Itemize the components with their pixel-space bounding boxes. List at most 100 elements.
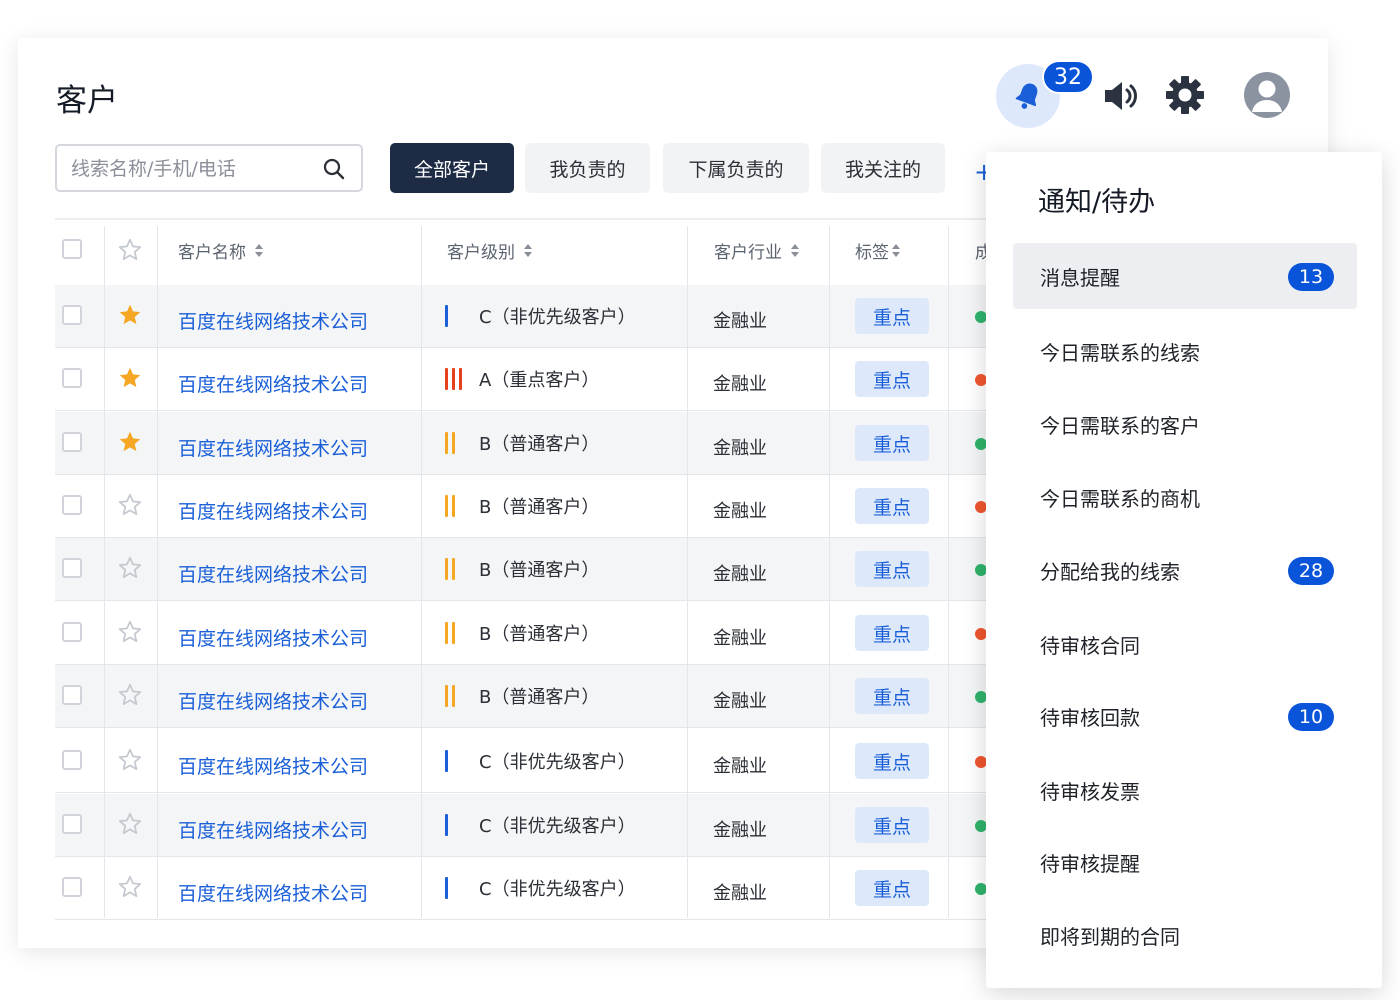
dropdown-item-label: 即将到期的合同 [1040,924,1180,949]
table-row[interactable]: 百度在线网络技术公司 B（普通客户） 金融业 重点 [55,538,995,601]
customer-level: B（普通客户） [479,434,600,455]
customer-level: B（普通客户） [479,560,600,581]
level-bar [452,622,455,644]
level-bar [445,368,448,390]
row-checkbox[interactable] [62,368,82,388]
level-bar [459,368,462,390]
user-avatar-icon [1252,80,1282,112]
tag-badge: 重点 [855,298,929,334]
star-filled-icon[interactable] [117,429,143,455]
dropdown-item-label: 待审核回款 [1040,705,1140,730]
customer-name-link[interactable]: 百度在线网络技术公司 [178,624,368,651]
table-top-border [55,218,995,220]
row-checkbox[interactable] [62,814,82,834]
column-header-name[interactable]: 客户名称 [178,238,264,263]
column-header-level[interactable]: 客户级别 [447,238,533,263]
dropdown-item-label: 待审核发票 [1040,779,1140,804]
customer-industry: 金融业 [713,883,767,904]
column-header-industry[interactable]: 客户行业 [714,238,800,263]
select-all-checkbox[interactable] [62,239,82,259]
star-filled-icon[interactable] [117,302,143,328]
row-checkbox[interactable] [62,305,82,325]
gear-icon[interactable] [1164,74,1206,116]
table-row[interactable]: 百度在线网络技术公司 C（非优先级客户） 金融业 重点 [55,730,995,793]
sort-icon[interactable] [523,243,533,258]
row-checkbox[interactable] [62,877,82,897]
dropdown-item-label: 今日需联系的客户 [1040,413,1200,438]
column-divider [687,226,688,918]
dropdown-item[interactable]: 消息提醒 13 [1013,243,1357,309]
customer-name-link[interactable]: 百度在线网络技术公司 [178,879,368,906]
star-outline-icon[interactable] [117,874,143,900]
dropdown-item[interactable]: 即将到期的合同 [1013,902,1357,968]
table-row[interactable]: 百度在线网络技术公司 B（普通客户） 金融业 重点 [55,475,995,538]
search-input[interactable] [69,154,313,184]
customer-name-link[interactable]: 百度在线网络技术公司 [178,752,368,779]
search-box [55,144,363,192]
table-row[interactable]: 百度在线网络技术公司 B（普通客户） 金融业 重点 [55,412,995,475]
table-row[interactable]: 百度在线网络技术公司 B（普通客户） 金融业 重点 [55,602,995,665]
dropdown-item[interactable]: 待审核合同 [1013,611,1357,677]
customer-industry: 金融业 [713,691,767,712]
sort-icon[interactable] [254,243,264,258]
customer-name-link[interactable]: 百度在线网络技术公司 [178,560,368,587]
tab-my-customers[interactable]: 我负责的 [525,143,650,193]
table-row[interactable]: 百度在线网络技术公司 C（非优先级客户） 金融业 重点 [55,285,995,348]
tag-badge: 重点 [855,615,929,651]
customer-name-link[interactable]: 百度在线网络技术公司 [178,370,368,397]
level-bar [445,622,448,644]
customer-industry: 金融业 [713,438,767,459]
customer-level: B（普通客户） [479,624,600,645]
row-checkbox[interactable] [62,622,82,642]
star-filled-icon[interactable] [117,365,143,391]
dropdown-item[interactable]: 待审核发票 [1013,757,1357,823]
level-bar [452,368,455,390]
dropdown-item[interactable]: 今日需联系的客户 [1013,391,1357,457]
row-checkbox[interactable] [62,558,82,578]
customer-name-link[interactable]: 百度在线网络技术公司 [178,497,368,524]
customer-level: A（重点客户） [479,370,600,391]
tab-subordinate-customers[interactable]: 下属负责的 [663,143,809,193]
column-header-tag[interactable]: 标签 [855,238,901,263]
row-checkbox[interactable] [62,685,82,705]
star-outline-icon[interactable] [117,555,143,581]
tag-badge: 重点 [855,743,929,779]
level-bar [445,495,448,517]
dropdown-item-label: 今日需联系的线索 [1040,340,1200,365]
sort-icon[interactable] [790,243,800,258]
row-checkbox[interactable] [62,750,82,770]
sort-icon[interactable] [891,243,901,258]
customer-name-link[interactable]: 百度在线网络技术公司 [178,434,368,461]
customer-name-link[interactable]: 百度在线网络技术公司 [178,687,368,714]
customer-name-link[interactable]: 百度在线网络技术公司 [178,816,368,843]
dropdown-item[interactable]: 待审核提醒 [1013,829,1357,895]
star-outline-icon[interactable] [117,682,143,708]
tab-all-customers[interactable]: 全部客户 [390,143,514,193]
tab-followed-customers[interactable]: 我关注的 [821,143,945,193]
customer-industry: 金融业 [713,311,767,332]
dropdown-item[interactable]: 待审核回款 10 [1013,683,1357,749]
star-outline-icon[interactable] [117,811,143,837]
row-checkbox[interactable] [62,495,82,515]
table-row[interactable]: 百度在线网络技术公司 C（非优先级客户） 金融业 重点 [55,857,995,920]
star-outline-icon[interactable] [117,492,143,518]
table-row[interactable]: 百度在线网络技术公司 B（普通客户） 金融业 重点 [55,665,995,728]
row-checkbox[interactable] [62,432,82,452]
table-row[interactable]: 百度在线网络技术公司 A（重点客户） 金融业 重点 [55,348,995,411]
user-avatar[interactable] [1244,72,1290,118]
star-outline-icon[interactable] [117,237,143,263]
notification-dropdown: 通知/待办 消息提醒 13 今日需联系的线索 今日需联系的客户 今日需联系的商机 分配给我… [986,152,1382,988]
level-indicator [445,558,455,580]
dropdown-item[interactable]: 分配给我的线索 28 [1013,537,1357,603]
level-indicator [445,750,448,772]
dropdown-item[interactable]: 今日需联系的线索 [1013,318,1357,384]
star-outline-icon[interactable] [117,619,143,645]
dropdown-item[interactable]: 今日需联系的商机 [1013,464,1357,530]
customer-name-link[interactable]: 百度在线网络技术公司 [178,307,368,334]
table-row[interactable]: 百度在线网络技术公司 C（非优先级客户） 金融业 重点 [55,794,995,857]
star-outline-icon[interactable] [117,747,143,773]
column-divider [829,226,830,918]
search-icon[interactable] [323,158,345,180]
speaker-icon[interactable] [1100,76,1140,116]
customer-level: C（非优先级客户） [479,816,636,837]
